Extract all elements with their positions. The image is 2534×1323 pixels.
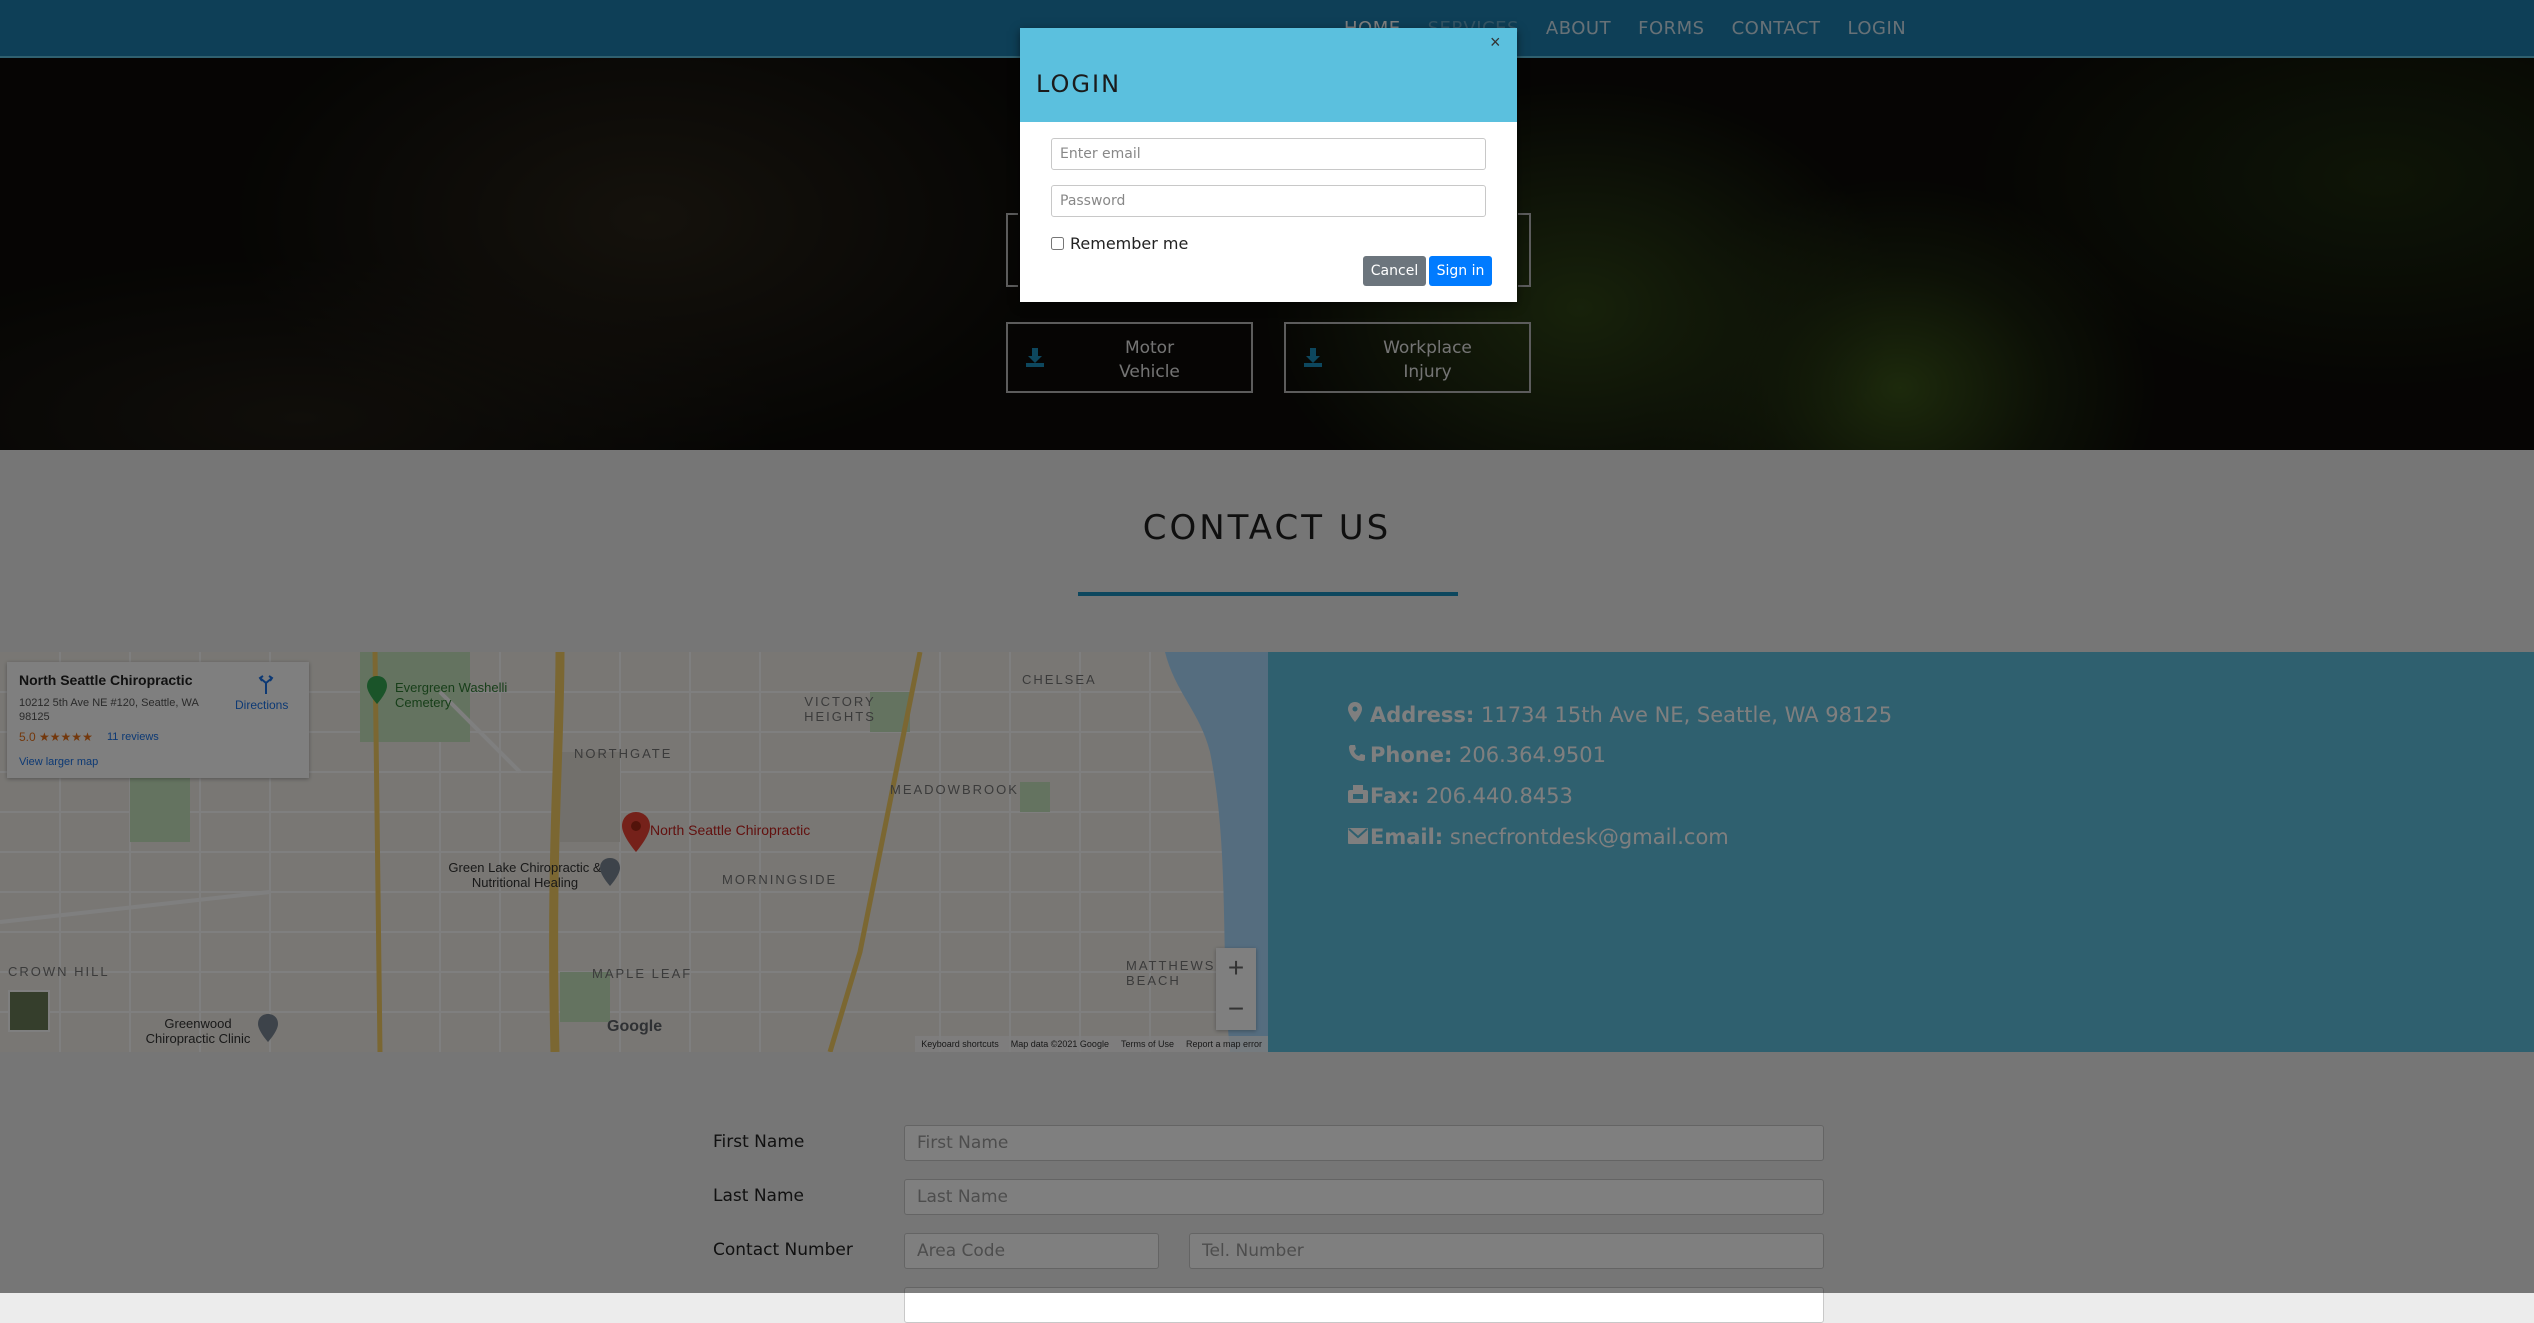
modal-header: LOGIN × — [1020, 28, 1517, 122]
cancel-button[interactable]: Cancel — [1363, 256, 1426, 286]
remember-me-label: Remember me — [1070, 234, 1189, 253]
close-icon[interactable]: × — [1490, 32, 1501, 53]
modal-title: LOGIN — [1036, 70, 1122, 98]
login-modal: LOGIN × Remember me Cancel Sign in — [1020, 28, 1517, 302]
remember-me[interactable]: Remember me — [1051, 234, 1188, 253]
email-field[interactable] — [1051, 138, 1486, 170]
sign-in-button[interactable]: Sign in — [1429, 256, 1492, 286]
remember-me-checkbox[interactable] — [1051, 237, 1064, 250]
password-field[interactable] — [1051, 185, 1486, 217]
